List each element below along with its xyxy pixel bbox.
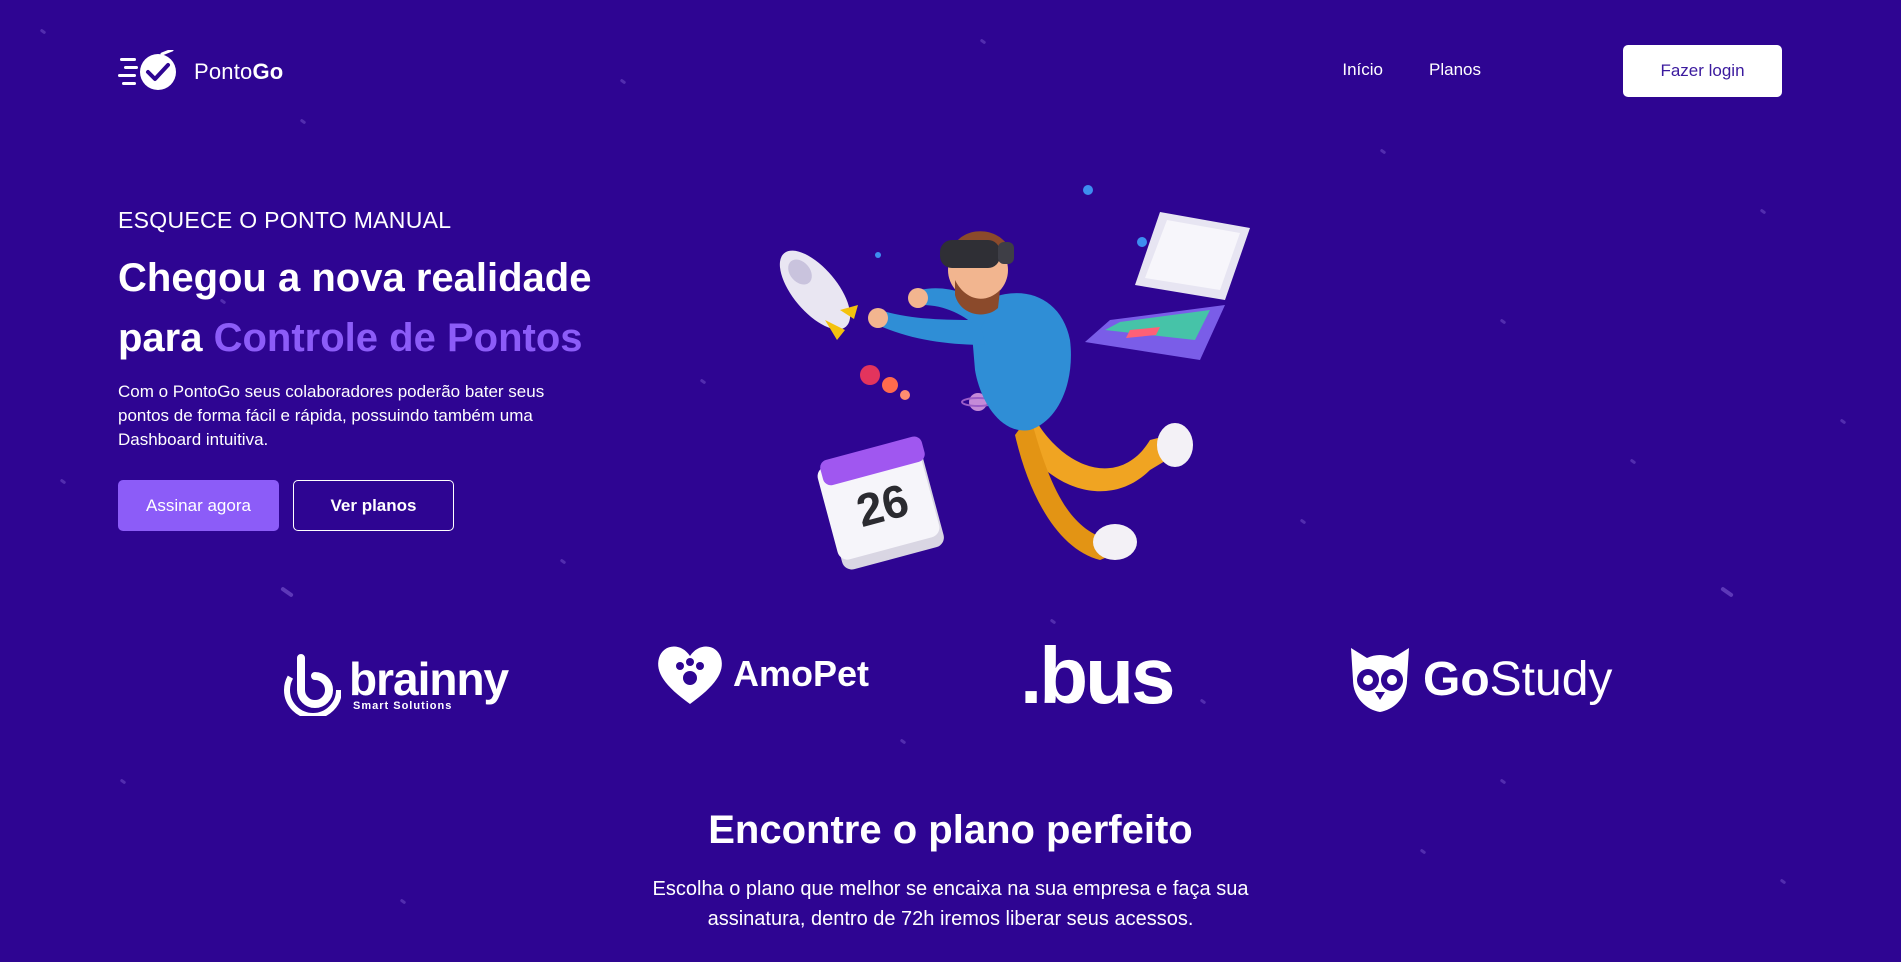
hero-description: Com o PontoGo seus colaboradores poderão… [118, 382, 545, 449]
brand-name: PontoGo [194, 59, 284, 84]
main-nav: Início Planos [1342, 60, 1481, 80]
nav-link-inicio[interactable]: Início [1342, 60, 1383, 80]
headline-line-1: Chegou a nova realidade [118, 256, 592, 300]
clock-check-logo-icon [118, 50, 176, 90]
brainny-name: brainny [349, 652, 509, 705]
paw-heart-icon [658, 646, 722, 704]
nav-link-planos[interactable]: Planos [1429, 60, 1481, 80]
gostudy-name: GoStudy [1423, 652, 1613, 706]
amopet-name: AmoPet [733, 653, 870, 694]
partner-gostudy: GoStudy [1345, 644, 1612, 714]
owl-icon [1351, 648, 1409, 712]
calendar-icon: 26 [817, 436, 944, 570]
plans-description: Escolha o plano que melhor se encaixa na… [652, 878, 1249, 930]
bus-name: .bus [1020, 631, 1175, 720]
person-with-vr-headset-flying-illustration: 26 [779, 185, 1250, 570]
headline-prefix: para [118, 316, 214, 360]
partner-brainny: brainny Smart Solutions [283, 652, 509, 716]
headline-accent: Controle de Pontos [213, 316, 583, 360]
subscribe-now-button[interactable]: Assinar agora [118, 480, 279, 531]
login-button[interactable]: Fazer login [1623, 45, 1782, 97]
hero-headline: Chegou a nova realidade para Controle de… [118, 248, 658, 368]
laptop-icon [1085, 212, 1250, 360]
see-plans-button[interactable]: Ver planos [293, 480, 454, 531]
partner-bus: .bus [1020, 630, 1175, 722]
brainny-b-icon [284, 654, 341, 716]
partner-amopet: AmoPet [655, 642, 869, 706]
plans-title: Encontre o plano perfeito [708, 808, 1193, 852]
brand-logo[interactable]: PontoGo [118, 50, 283, 94]
partner-logos: brainny Smart Solutions AmoPet .bus GoSt… [0, 630, 1901, 730]
hero-eyebrow: ESQUECE O PONTO MANUAL [118, 207, 452, 233]
site-header: PontoGo Início Planos Fazer login [0, 0, 1901, 140]
